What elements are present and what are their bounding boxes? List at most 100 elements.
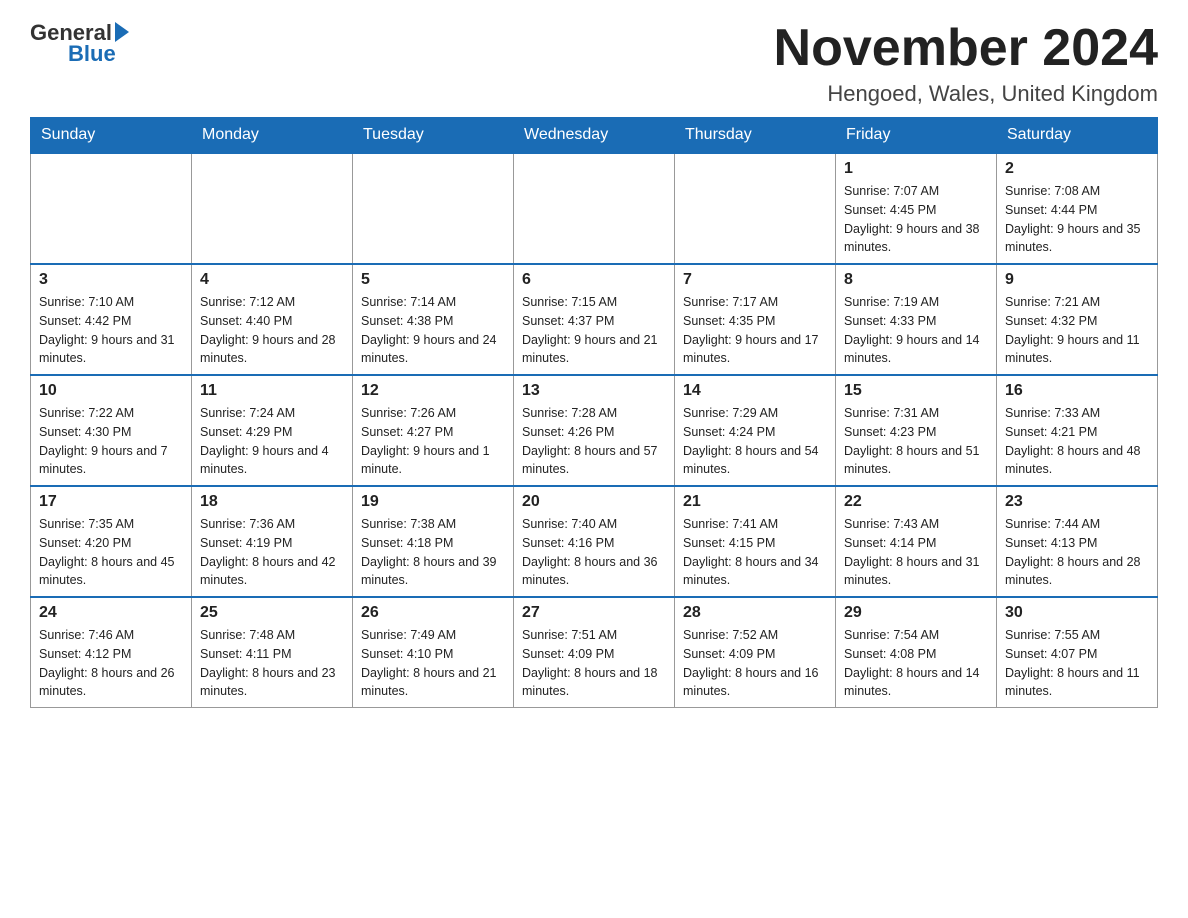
calendar-cell: 27 Sunrise: 7:51 AMSunset: 4:09 PMDayligh… — [514, 597, 675, 708]
calendar-cell: 7 Sunrise: 7:17 AMSunset: 4:35 PMDaylight… — [675, 264, 836, 375]
day-number: 4 — [200, 271, 344, 289]
day-number: 14 — [683, 382, 827, 400]
logo-blue-text: Blue — [68, 41, 116, 67]
day-sun-info: Sunrise: 7:49 AMSunset: 4:10 PMDaylight:… — [361, 626, 505, 701]
calendar-cell: 19 Sunrise: 7:38 AMSunset: 4:18 PMDayligh… — [353, 486, 514, 597]
day-sun-info: Sunrise: 7:17 AMSunset: 4:35 PMDaylight:… — [683, 293, 827, 368]
day-sun-info: Sunrise: 7:46 AMSunset: 4:12 PMDaylight:… — [39, 626, 183, 701]
day-number: 8 — [844, 271, 988, 289]
day-header-wednesday: Wednesday — [514, 118, 675, 154]
calendar-cell: 22 Sunrise: 7:43 AMSunset: 4:14 PMDayligh… — [836, 486, 997, 597]
day-header-friday: Friday — [836, 118, 997, 154]
day-number: 13 — [522, 382, 666, 400]
day-sun-info: Sunrise: 7:52 AMSunset: 4:09 PMDaylight:… — [683, 626, 827, 701]
calendar-cell: 29Sunrise: 7:54 AMSunset: 4:08 PMDayligh… — [836, 597, 997, 708]
day-number: 26 — [361, 604, 505, 622]
day-number: 17 — [39, 493, 183, 511]
logo-triangle-icon — [115, 22, 129, 42]
calendar-cell: 28 Sunrise: 7:52 AMSunset: 4:09 PMDayligh… — [675, 597, 836, 708]
day-number: 21 — [683, 493, 827, 511]
day-sun-info: Sunrise: 7:55 AMSunset: 4:07 PMDaylight:… — [1005, 626, 1149, 701]
title-area: November 2024 Hengoed, Wales, United Kin… — [774, 20, 1158, 107]
day-number: 5 — [361, 271, 505, 289]
day-number: 30 — [1005, 604, 1149, 622]
day-sun-info: Sunrise: 7:07 AMSunset: 4:45 PMDaylight:… — [844, 182, 988, 257]
day-sun-info: Sunrise: 7:38 AMSunset: 4:18 PMDaylight:… — [361, 515, 505, 590]
month-title: November 2024 — [774, 20, 1158, 77]
calendar-cell — [31, 153, 192, 264]
logo: General Blue — [30, 20, 129, 67]
day-sun-info: Sunrise: 7:43 AMSunset: 4:14 PMDaylight:… — [844, 515, 988, 590]
day-number: 6 — [522, 271, 666, 289]
day-number: 24 — [39, 604, 183, 622]
calendar-table: SundayMondayTuesdayWednesdayThursdayFrid… — [30, 117, 1158, 708]
day-sun-info: Sunrise: 7:44 AMSunset: 4:13 PMDaylight:… — [1005, 515, 1149, 590]
day-number: 25 — [200, 604, 344, 622]
calendar-cell: 8 Sunrise: 7:19 AMSunset: 4:33 PMDaylight… — [836, 264, 997, 375]
calendar-cell: 24 Sunrise: 7:46 AMSunset: 4:12 PMDayligh… — [31, 597, 192, 708]
day-number: 22 — [844, 493, 988, 511]
day-header-saturday: Saturday — [997, 118, 1158, 154]
calendar-cell: 5 Sunrise: 7:14 AMSunset: 4:38 PMDaylight… — [353, 264, 514, 375]
day-number: 15 — [844, 382, 988, 400]
calendar-cell: 14 Sunrise: 7:29 AMSunset: 4:24 PMDayligh… — [675, 375, 836, 486]
day-sun-info: Sunrise: 7:33 AMSunset: 4:21 PMDaylight:… — [1005, 404, 1149, 479]
day-sun-info: Sunrise: 7:12 AMSunset: 4:40 PMDaylight:… — [200, 293, 344, 368]
day-sun-info: Sunrise: 7:10 AMSunset: 4:42 PMDaylight:… — [39, 293, 183, 368]
calendar-cell: 11Sunrise: 7:24 AMSunset: 4:29 PMDayligh… — [192, 375, 353, 486]
day-sun-info: Sunrise: 7:54 AMSunset: 4:08 PMDaylight:… — [844, 626, 988, 701]
day-number: 18 — [200, 493, 344, 511]
day-number: 19 — [361, 493, 505, 511]
calendar-cell: 18 Sunrise: 7:36 AMSunset: 4:19 PMDayligh… — [192, 486, 353, 597]
week-row-1: 1Sunrise: 7:07 AMSunset: 4:45 PMDaylight… — [31, 153, 1158, 264]
calendar-cell: 6 Sunrise: 7:15 AMSunset: 4:37 PMDaylight… — [514, 264, 675, 375]
calendar-cell — [353, 153, 514, 264]
day-header-monday: Monday — [192, 118, 353, 154]
day-sun-info: Sunrise: 7:08 AMSunset: 4:44 PMDaylight:… — [1005, 182, 1149, 257]
day-sun-info: Sunrise: 7:26 AMSunset: 4:27 PMDaylight:… — [361, 404, 505, 479]
calendar-cell: 1Sunrise: 7:07 AMSunset: 4:45 PMDaylight… — [836, 153, 997, 264]
calendar-cell: 13 Sunrise: 7:28 AMSunset: 4:26 PMDayligh… — [514, 375, 675, 486]
calendar-cell: 3 Sunrise: 7:10 AMSunset: 4:42 PMDaylight… — [31, 264, 192, 375]
week-row-3: 10Sunrise: 7:22 AMSunset: 4:30 PMDayligh… — [31, 375, 1158, 486]
day-number: 27 — [522, 604, 666, 622]
day-number: 3 — [39, 271, 183, 289]
day-number: 23 — [1005, 493, 1149, 511]
calendar-cell — [675, 153, 836, 264]
day-sun-info: Sunrise: 7:19 AMSunset: 4:33 PMDaylight:… — [844, 293, 988, 368]
calendar-cell: 16 Sunrise: 7:33 AMSunset: 4:21 PMDayligh… — [997, 375, 1158, 486]
day-number: 10 — [39, 382, 183, 400]
day-number: 7 — [683, 271, 827, 289]
day-sun-info: Sunrise: 7:29 AMSunset: 4:24 PMDaylight:… — [683, 404, 827, 479]
location-text: Hengoed, Wales, United Kingdom — [774, 81, 1158, 107]
week-row-2: 3 Sunrise: 7:10 AMSunset: 4:42 PMDaylight… — [31, 264, 1158, 375]
day-number: 28 — [683, 604, 827, 622]
day-sun-info: Sunrise: 7:48 AMSunset: 4:11 PMDaylight:… — [200, 626, 344, 701]
calendar-cell: 2 Sunrise: 7:08 AMSunset: 4:44 PMDaylight… — [997, 153, 1158, 264]
calendar-cell: 20Sunrise: 7:40 AMSunset: 4:16 PMDayligh… — [514, 486, 675, 597]
day-sun-info: Sunrise: 7:28 AMSunset: 4:26 PMDaylight:… — [522, 404, 666, 479]
day-sun-info: Sunrise: 7:51 AMSunset: 4:09 PMDaylight:… — [522, 626, 666, 701]
day-sun-info: Sunrise: 7:35 AMSunset: 4:20 PMDaylight:… — [39, 515, 183, 590]
calendar-cell: 30 Sunrise: 7:55 AMSunset: 4:07 PMDayligh… — [997, 597, 1158, 708]
day-number: 11 — [200, 382, 344, 400]
day-sun-info: Sunrise: 7:14 AMSunset: 4:38 PMDaylight:… — [361, 293, 505, 368]
day-sun-info: Sunrise: 7:41 AMSunset: 4:15 PMDaylight:… — [683, 515, 827, 590]
calendar-cell: 15Sunrise: 7:31 AMSunset: 4:23 PMDayligh… — [836, 375, 997, 486]
day-number: 20 — [522, 493, 666, 511]
week-row-4: 17 Sunrise: 7:35 AMSunset: 4:20 PMDayligh… — [31, 486, 1158, 597]
page-header: General Blue November 2024 Hengoed, Wale… — [30, 20, 1158, 107]
calendar-cell — [514, 153, 675, 264]
calendar-cell: 17 Sunrise: 7:35 AMSunset: 4:20 PMDayligh… — [31, 486, 192, 597]
day-number: 2 — [1005, 160, 1149, 178]
week-row-5: 24 Sunrise: 7:46 AMSunset: 4:12 PMDayligh… — [31, 597, 1158, 708]
day-header-thursday: Thursday — [675, 118, 836, 154]
day-number: 16 — [1005, 382, 1149, 400]
day-sun-info: Sunrise: 7:21 AMSunset: 4:32 PMDaylight:… — [1005, 293, 1149, 368]
day-sun-info: Sunrise: 7:15 AMSunset: 4:37 PMDaylight:… — [522, 293, 666, 368]
day-sun-info: Sunrise: 7:36 AMSunset: 4:19 PMDaylight:… — [200, 515, 344, 590]
day-number: 9 — [1005, 271, 1149, 289]
day-header-tuesday: Tuesday — [353, 118, 514, 154]
day-header-sunday: Sunday — [31, 118, 192, 154]
calendar-cell: 26 Sunrise: 7:49 AMSunset: 4:10 PMDayligh… — [353, 597, 514, 708]
